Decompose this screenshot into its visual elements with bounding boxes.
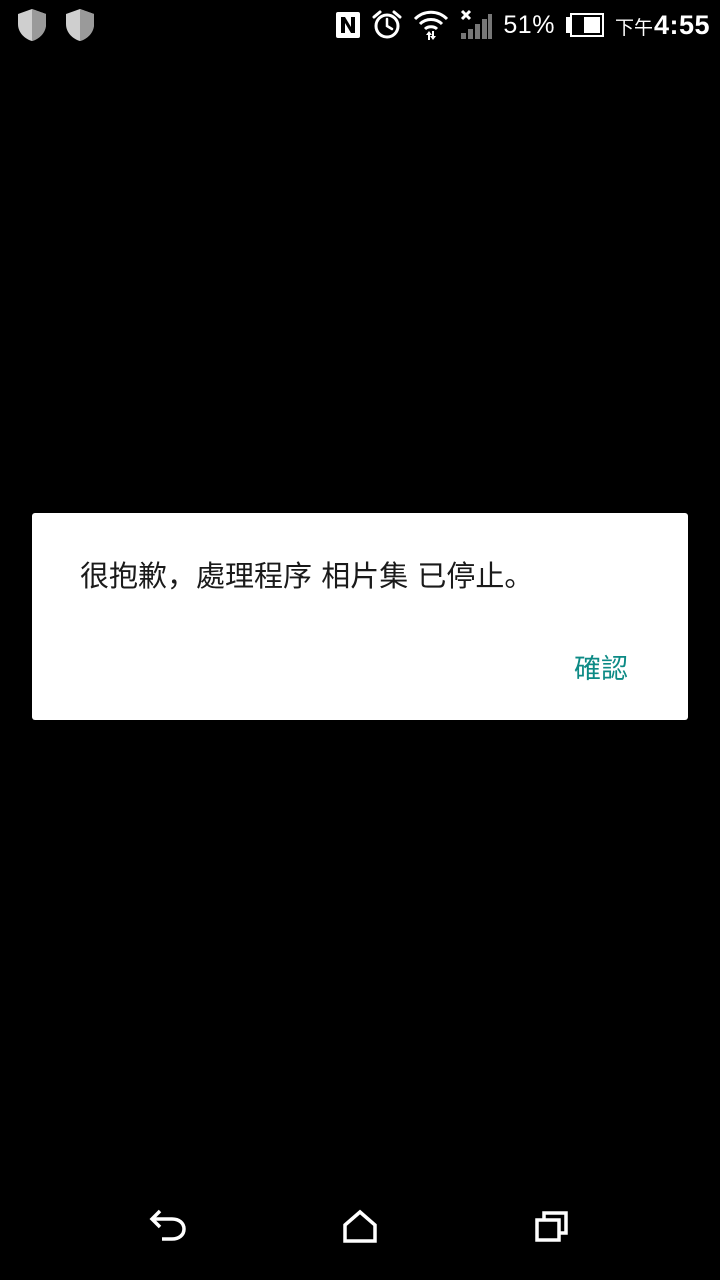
status-clock: 下午 4:55 [615, 10, 710, 41]
ok-button[interactable]: 確認 [574, 647, 628, 686]
app-stopped-dialog: 很抱歉，處理程序 相片集 已停止。 確認 [32, 513, 688, 720]
wifi-icon [413, 8, 449, 42]
screen: 51% 下午 4:55 很抱歉，處理程序 相片集 已停止。 確認 [0, 0, 720, 1280]
navigation-bar [0, 1184, 720, 1280]
back-button[interactable] [138, 1198, 198, 1258]
shield-icon [16, 8, 48, 42]
battery-percentage: 51% [503, 10, 555, 39]
alarm-clock-icon [371, 9, 403, 41]
status-right-icons: 51% 下午 4:55 [335, 6, 710, 44]
clock-time: 4:55 [653, 9, 710, 40]
nfc-icon [335, 11, 361, 39]
back-icon [148, 1209, 188, 1247]
recent-apps-button[interactable] [522, 1198, 582, 1258]
dialog-message: 很抱歉，處理程序 相片集 已停止。 [80, 559, 534, 593]
clock-ampm: 下午 [614, 17, 653, 39]
status-left-icons [16, 8, 96, 42]
shield-icon [64, 8, 96, 42]
recent-apps-icon [534, 1209, 570, 1247]
home-icon [342, 1209, 378, 1247]
no-signal-icon [459, 9, 493, 41]
status-bar: 51% 下午 4:55 [0, 0, 720, 50]
home-button[interactable] [330, 1198, 390, 1258]
battery-icon [565, 13, 605, 37]
